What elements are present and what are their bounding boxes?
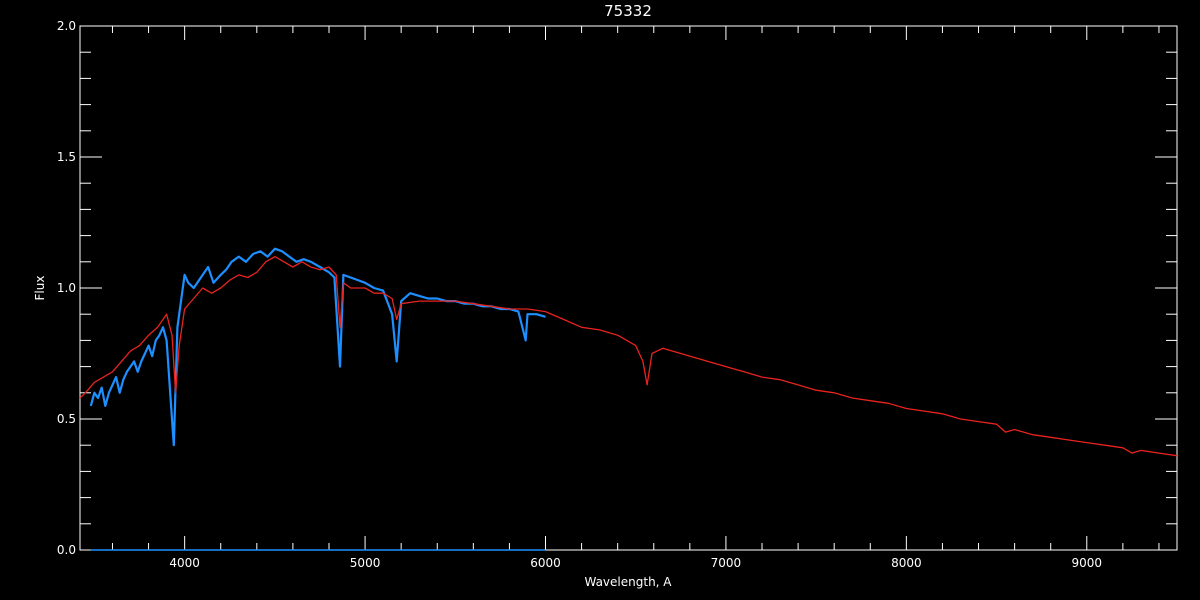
plot-frame [79, 25, 1178, 551]
spectrum-chart-svg: 75332 Wavelength, A Flux 4000 5000 6000 700… [33, 2, 1178, 589]
ticks-layer: 4000 5000 6000 7000 8000 9000 0.0 0.5 1.0 1.5 2.0 [57, 19, 1177, 570]
y-tick-label: 0.5 [57, 412, 76, 426]
x-tick-label: 6000 [530, 556, 561, 570]
chart-title: 75332 [604, 2, 652, 20]
x-tick-label: 9000 [1072, 556, 1103, 570]
y-tick-label: 1.0 [57, 281, 76, 295]
y-tick-label: 2.0 [57, 19, 76, 33]
y-tick-label: 1.5 [57, 150, 76, 164]
spectrum-chart: 75332 Wavelength, A Flux 4000 5000 6000 700… [0, 0, 1200, 600]
x-tick-label: 8000 [891, 556, 922, 570]
observed-spectrum-line [89, 247, 546, 447]
x-axis-label: Wavelength, A [584, 575, 672, 589]
y-axis-label: Flux [33, 276, 47, 301]
y-tick-label: 0.0 [57, 543, 76, 557]
x-tick-label: 7000 [711, 556, 742, 570]
series-layer [79, 247, 1178, 551]
x-tick-label: 5000 [350, 556, 381, 570]
x-tick-label: 4000 [169, 556, 200, 570]
model-spectrum-line [79, 255, 1178, 457]
